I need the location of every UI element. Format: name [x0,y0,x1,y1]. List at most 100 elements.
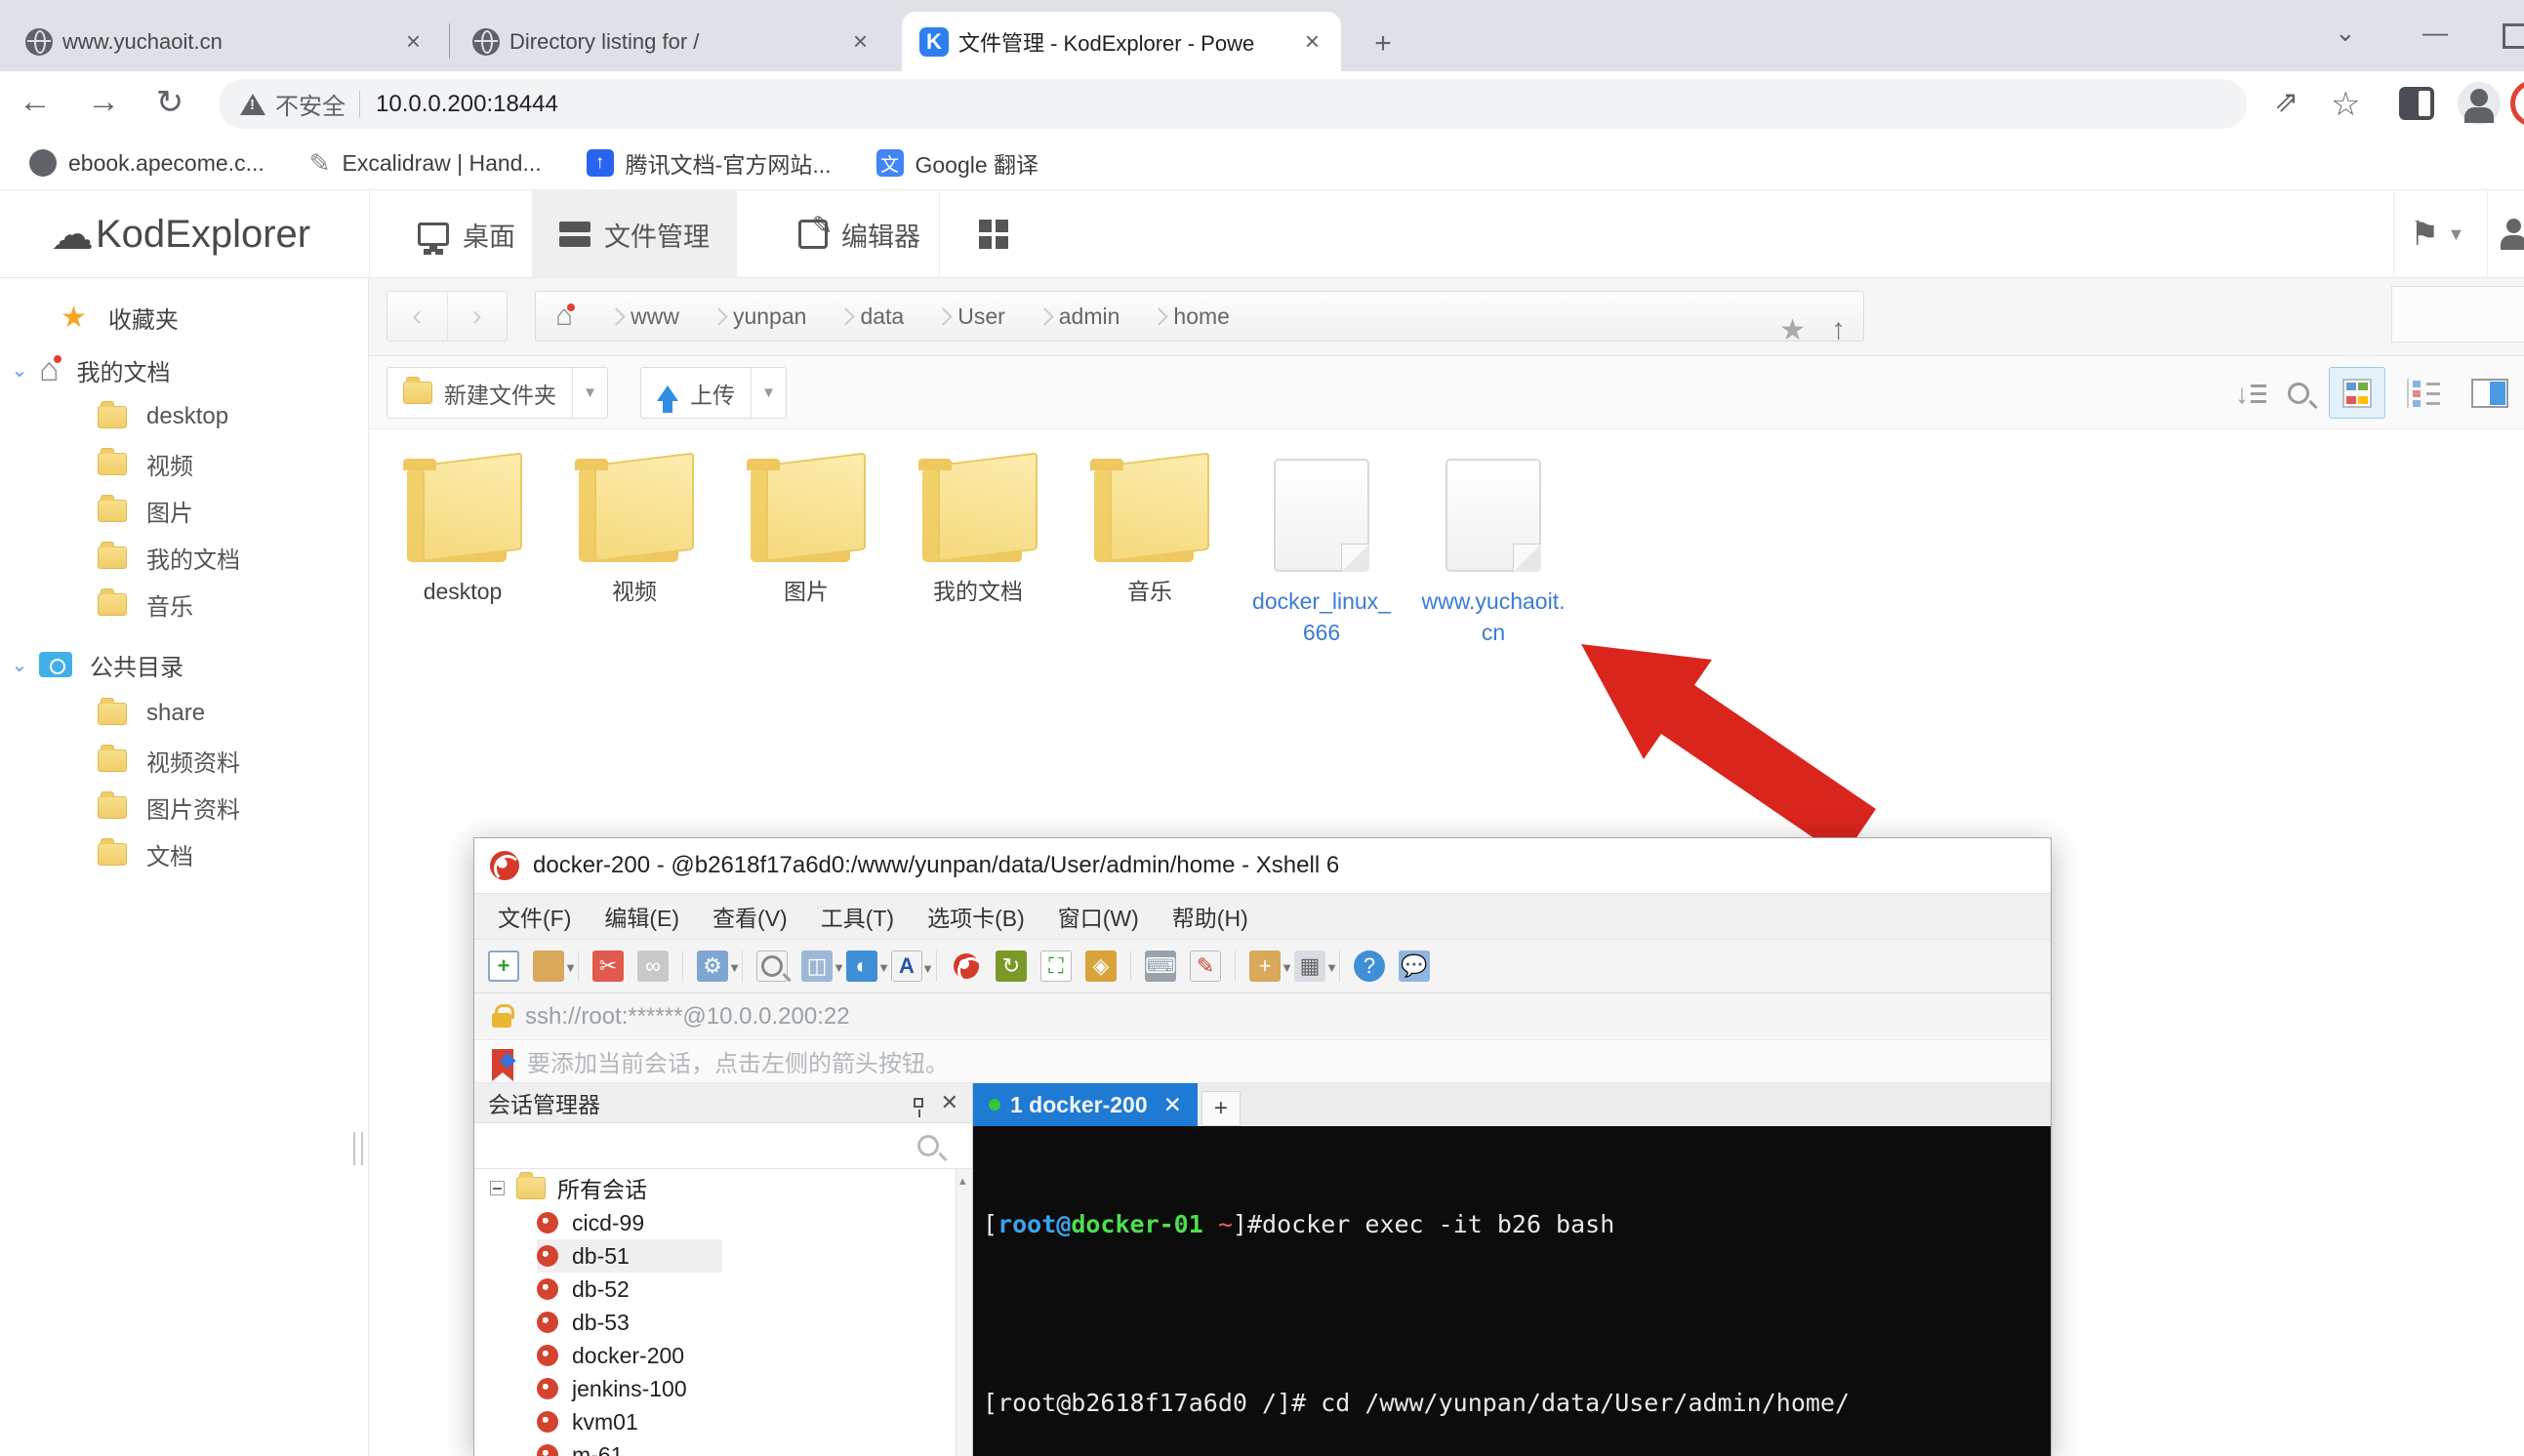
upload-dropdown[interactable]: ▼ [751,368,786,418]
sidebar-folder-item[interactable]: 视频 [0,440,368,487]
bookmark-tencent-docs[interactable]: ↑ 腾讯文档-官方网站... [587,146,832,180]
menu-item[interactable]: 工具(T) [821,900,894,933]
share-icon[interactable]: ⇗ [2274,85,2299,119]
terminal-output[interactable]: [root@docker-01 ~]#docker exec -it b26 b… [973,1126,2051,1456]
forward-icon[interactable]: → [82,83,125,121]
chevron-down-icon[interactable]: ⌄ [0,653,39,677]
session-item[interactable]: jenkins-100 [537,1372,972,1405]
favorite-star-icon[interactable]: ★ [1779,313,1806,347]
sidebar-folder-item[interactable]: 图片 [0,487,368,534]
bookmark-google-translate[interactable]: 文 Google 翻译 [876,146,1039,180]
breadcrumb-item[interactable]: yunpan [695,303,822,330]
side-panel-icon[interactable] [2399,87,2434,120]
new-folder-dropdown[interactable]: ▼ [572,368,607,418]
view-column-button[interactable] [2462,367,2518,419]
disconnect-icon[interactable]: ✂ [592,950,624,982]
profile-avatar[interactable] [2458,82,2501,125]
browser-tab-1[interactable]: www.yuchaoit.cn × [8,12,442,71]
flag-icon[interactable] [492,1049,513,1074]
reload-icon[interactable]: ↻ [148,83,191,122]
help-icon[interactable]: ? [1354,950,1385,982]
menu-item[interactable]: 窗口(W) [1058,900,1139,933]
sidebar-folder-item[interactable]: 我的文档 [0,534,368,581]
session-item[interactable]: kvm01 [537,1405,972,1438]
session-item[interactable]: db-51 [537,1239,722,1273]
history-back-button[interactable]: ‹ [387,292,448,341]
file-item-file[interactable]: www.yuchaoit. cn [1407,459,1579,648]
user-menu[interactable] [2489,190,2524,278]
breadcrumb-item[interactable]: admin [1021,303,1136,330]
history-forward-button[interactable]: › [448,292,508,341]
session-search-input[interactable] [474,1123,972,1169]
sidebar-folder-item[interactable]: 音乐 [0,581,368,627]
menu-item[interactable]: 编辑(E) [604,900,679,933]
upload-button[interactable]: 上传 ▼ [640,367,787,419]
panes-icon[interactable]: ▦▼ [1294,950,1325,982]
language-switcher[interactable]: ⚑ ▼ [2396,190,2478,278]
nav-desktop[interactable]: 桌面 [390,190,543,278]
menu-item[interactable]: 查看(V) [712,900,788,933]
breadcrumb-item[interactable]: www [592,303,695,330]
session-item[interactable]: db-52 [537,1273,972,1306]
collapse-icon[interactable] [490,1181,505,1195]
view-grid-button[interactable] [2329,367,2385,419]
sidebar-item-public[interactable]: ⌄ 公共目录 [0,641,368,688]
xagent-icon[interactable]: ↻ [996,950,1027,982]
new-tab-button[interactable]: + [1364,25,1402,62]
sidebar-folder-item[interactable]: 文档 [0,830,368,877]
window-maximize-button[interactable] [2503,23,2524,49]
breadcrumb-item[interactable]: User [919,303,1021,330]
bookmark-ebook[interactable]: ebook.apecome.c... [29,149,265,177]
session-root[interactable]: 所有会话 [474,1169,972,1206]
tab-close-icon[interactable]: × [402,26,425,57]
terminal-tab-docker-200[interactable]: 1 docker-200 ✕ [973,1083,1198,1126]
search-box[interactable] [2391,286,2524,343]
breadcrumb-item[interactable]: home [1135,303,1245,330]
window-minimize-button[interactable]: — [2422,18,2448,48]
sort-icon[interactable] [2235,379,2268,408]
find-icon[interactable] [756,950,788,982]
xshell-icon[interactable] [951,950,982,982]
session-item[interactable]: docker-200 [537,1339,972,1372]
sidebar-folder-item[interactable]: share [0,690,368,737]
session-item[interactable]: m-61 [537,1438,972,1456]
pin-icon[interactable] [914,1098,923,1108]
keyboard-icon[interactable]: ⌨ [1145,950,1176,982]
tab-search-chevron-icon[interactable]: ⌄ [2335,18,2356,48]
ssh-address-bar[interactable]: ssh://root:******@10.0.0.200:22 [474,993,2051,1040]
file-item-folder[interactable]: 我的文档 [892,459,1064,607]
reconnect-icon[interactable]: ∞ [637,950,669,982]
file-item-folder[interactable]: 视频 [549,459,720,607]
menu-item[interactable]: 文件(F) [498,900,571,933]
new-session-icon[interactable]: + [488,950,519,982]
breadcrumb-item[interactable]: data [822,303,919,330]
zoom-icon[interactable] [2288,383,2309,404]
sidebar-folder-item[interactable]: 视频资料 [0,737,368,784]
sidebar-resize-handle[interactable] [353,1132,363,1165]
file-item-file[interactable]: docker_linux_ 666 [1236,459,1407,648]
back-icon[interactable]: ← [14,83,57,121]
font-icon[interactable]: A▼ [891,950,922,982]
tree-scrollbar[interactable] [956,1169,972,1456]
open-session-icon[interactable]: ▼ [533,950,564,982]
file-item-folder[interactable]: 图片 [720,459,892,607]
tab-close-icon[interactable]: × [1301,26,1323,57]
nav-apps-grid[interactable] [952,190,1036,278]
sidebar-item-favorites[interactable]: ★ 收藏夹 [0,294,368,341]
chevron-down-icon[interactable]: ⌄ [0,358,39,383]
browser-tab-active[interactable]: K 文件管理 - KodExplorer - Powe × [902,12,1341,71]
view-list-button[interactable] [2395,367,2452,419]
breadcrumb-home-icon[interactable]: ⌂ [536,300,592,333]
menu-item[interactable]: 帮助(H) [1172,900,1248,933]
new-folder-button[interactable]: 新建文件夹 ▼ [387,367,608,419]
tab-close-icon[interactable]: ✕ [1163,1092,1182,1118]
session-item[interactable]: db-53 [537,1306,972,1339]
sidebar-folder-item[interactable]: 图片资料 [0,784,368,830]
url-omnibox[interactable]: 不安全 10.0.0.200:18444 [219,79,2247,129]
file-item-folder[interactable]: desktop [377,459,549,607]
sidebar-folder-item[interactable]: desktop [0,393,368,440]
bookmark-excalidraw[interactable]: ✎ Excalidraw | Hand... [309,148,542,179]
xshell-title-bar[interactable]: docker-200 - @b2618f17a6d0:/www/yunpan/d… [474,838,2051,893]
sidebar-item-my-docs[interactable]: ⌄ ⌂ 我的文档 [0,346,368,393]
session-item[interactable]: cicd-99 [537,1206,972,1239]
